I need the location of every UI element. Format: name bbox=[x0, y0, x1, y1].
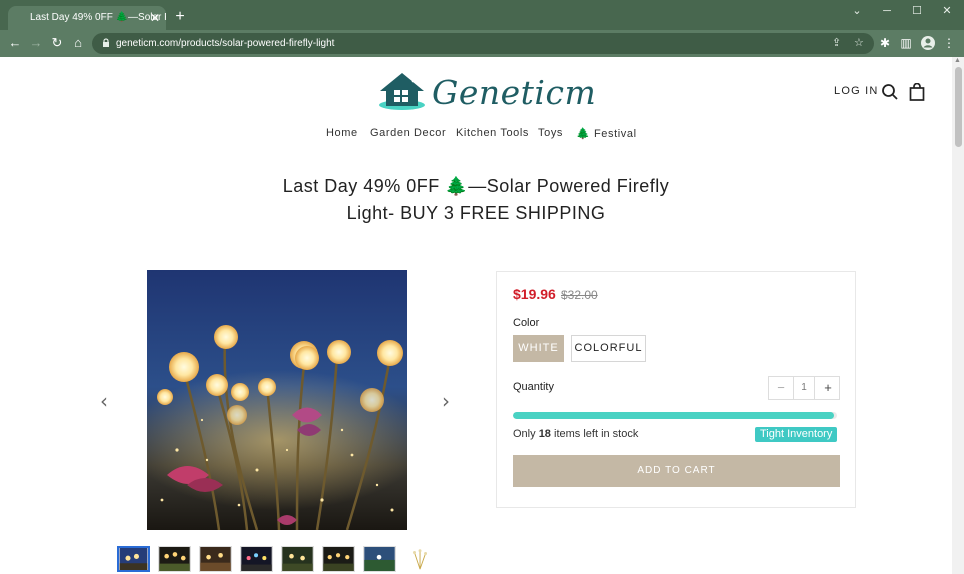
stock-prefix: Only bbox=[513, 428, 536, 440]
login-link[interactable]: LOG IN bbox=[834, 85, 879, 97]
close-tab-icon[interactable]: ✕ bbox=[150, 6, 160, 30]
tab-search-icon[interactable]: ⌄ bbox=[842, 2, 872, 20]
add-to-cart-button[interactable]: ADD TO CART bbox=[513, 455, 840, 487]
compare-price: $32.00 bbox=[561, 288, 598, 302]
home-button[interactable]: ⌂ bbox=[69, 34, 87, 52]
sale-price: $19.96 bbox=[513, 286, 556, 302]
thumbnail-3[interactable] bbox=[199, 546, 232, 572]
stock-progress-fill bbox=[513, 412, 834, 419]
thumbnail-7[interactable] bbox=[363, 546, 396, 572]
browser-toolbar: ← → ↻ ⌂ geneticm.com/products/solar-powe… bbox=[0, 30, 964, 57]
logo-house-icon[interactable] bbox=[378, 72, 430, 112]
search-icon[interactable] bbox=[881, 83, 899, 101]
quantity-stepper: − 1 + bbox=[768, 376, 840, 400]
thumbnail-4[interactable] bbox=[240, 546, 273, 572]
scroll-up-icon[interactable]: ▲ bbox=[954, 57, 961, 64]
nav-festival[interactable]: 🌲 Festival bbox=[576, 127, 637, 140]
back-button[interactable]: ← bbox=[6, 34, 24, 52]
product-form-panel: $19.96 $32.00 Color WHITE COLORFUL Quant… bbox=[496, 271, 856, 508]
color-option-colorful[interactable]: COLORFUL bbox=[571, 335, 646, 362]
browser-tab-active[interactable]: Last Day 49% 0FF 🌲—Solar Powered Firefly… bbox=[8, 6, 166, 30]
product-main-image[interactable] bbox=[147, 270, 407, 530]
tab-strip: Last Day 49% 0FF 🌲—Solar Powered Firefly… bbox=[0, 0, 964, 30]
thumbnail-8[interactable] bbox=[404, 546, 437, 572]
thumbnail-6[interactable] bbox=[322, 546, 355, 572]
color-option-white[interactable]: WHITE bbox=[513, 335, 564, 362]
share-icon[interactable]: ⇪ bbox=[832, 33, 841, 54]
maximize-button[interactable]: ☐ bbox=[902, 2, 932, 20]
scrollbar-thumb[interactable] bbox=[955, 67, 962, 147]
browser-chrome: Last Day 49% 0FF 🌲—Solar Powered Firefly… bbox=[0, 0, 964, 57]
nav-garden-decor[interactable]: Garden Decor bbox=[370, 127, 446, 139]
quantity-increase-button[interactable]: + bbox=[816, 377, 840, 399]
lock-icon bbox=[103, 38, 109, 47]
nav-kitchen-tools[interactable]: Kitchen Tools bbox=[456, 127, 529, 139]
close-window-button[interactable]: ✕ bbox=[932, 2, 962, 20]
quantity-label: Quantity bbox=[513, 381, 554, 393]
thumbnail-1[interactable] bbox=[117, 546, 150, 572]
logo-text[interactable]: Geneticm bbox=[432, 73, 596, 112]
thumbnail-2[interactable] bbox=[158, 546, 191, 572]
stock-progress-bar bbox=[513, 412, 837, 419]
forward-button[interactable]: → bbox=[27, 34, 45, 52]
product-title-line2: Light- BUY 3 FREE SHIPPING bbox=[346, 203, 606, 223]
page-scrollbar[interactable]: ▲ bbox=[952, 57, 964, 574]
nav-home[interactable]: Home bbox=[326, 127, 358, 139]
thumbnail-5[interactable] bbox=[281, 546, 314, 572]
nav-toys[interactable]: Toys bbox=[538, 127, 563, 139]
bag-icon[interactable] bbox=[908, 83, 926, 101]
stock-text: Only 18 items left in stock bbox=[513, 428, 638, 440]
web-page: Geneticm LOG IN Home Garden Decor Kitche… bbox=[0, 57, 952, 574]
quantity-input[interactable]: 1 bbox=[793, 377, 815, 399]
tab-title: Last Day 49% 0FF 🌲—Solar Powered Firefly… bbox=[30, 12, 166, 23]
minimize-button[interactable]: ─ bbox=[872, 2, 902, 20]
browser-menu-icon[interactable]: ⋮ bbox=[940, 34, 958, 52]
inventory-badge: Tight Inventory bbox=[755, 427, 838, 442]
address-bar[interactable]: geneticm.com/products/solar-powered-fire… bbox=[92, 33, 874, 54]
new-tab-button[interactable]: + bbox=[172, 6, 188, 28]
stock-count: 18 bbox=[538, 428, 551, 440]
extensions-icon[interactable]: ✱ bbox=[876, 34, 894, 52]
reload-button[interactable]: ↻ bbox=[48, 34, 66, 52]
profile-avatar-icon[interactable] bbox=[919, 34, 937, 52]
stock-suffix: items left in stock bbox=[554, 428, 639, 440]
quantity-decrease-button[interactable]: − bbox=[769, 377, 793, 399]
product-title: Last Day 49% 0FF 🌲—Solar Powered Firefly… bbox=[240, 173, 712, 227]
bookmark-star-icon[interactable]: ☆ bbox=[854, 33, 864, 54]
sidepanel-icon[interactable]: ▥ bbox=[897, 34, 915, 52]
url-text: geneticm.com/products/solar-powered-fire… bbox=[116, 38, 335, 49]
chevron-left-icon[interactable]: ‹ bbox=[100, 389, 108, 413]
color-label: Color bbox=[513, 317, 540, 329]
chevron-right-icon[interactable]: › bbox=[442, 389, 450, 413]
product-title-line1: Last Day 49% 0FF 🌲—Solar Powered Firefly bbox=[282, 176, 670, 196]
